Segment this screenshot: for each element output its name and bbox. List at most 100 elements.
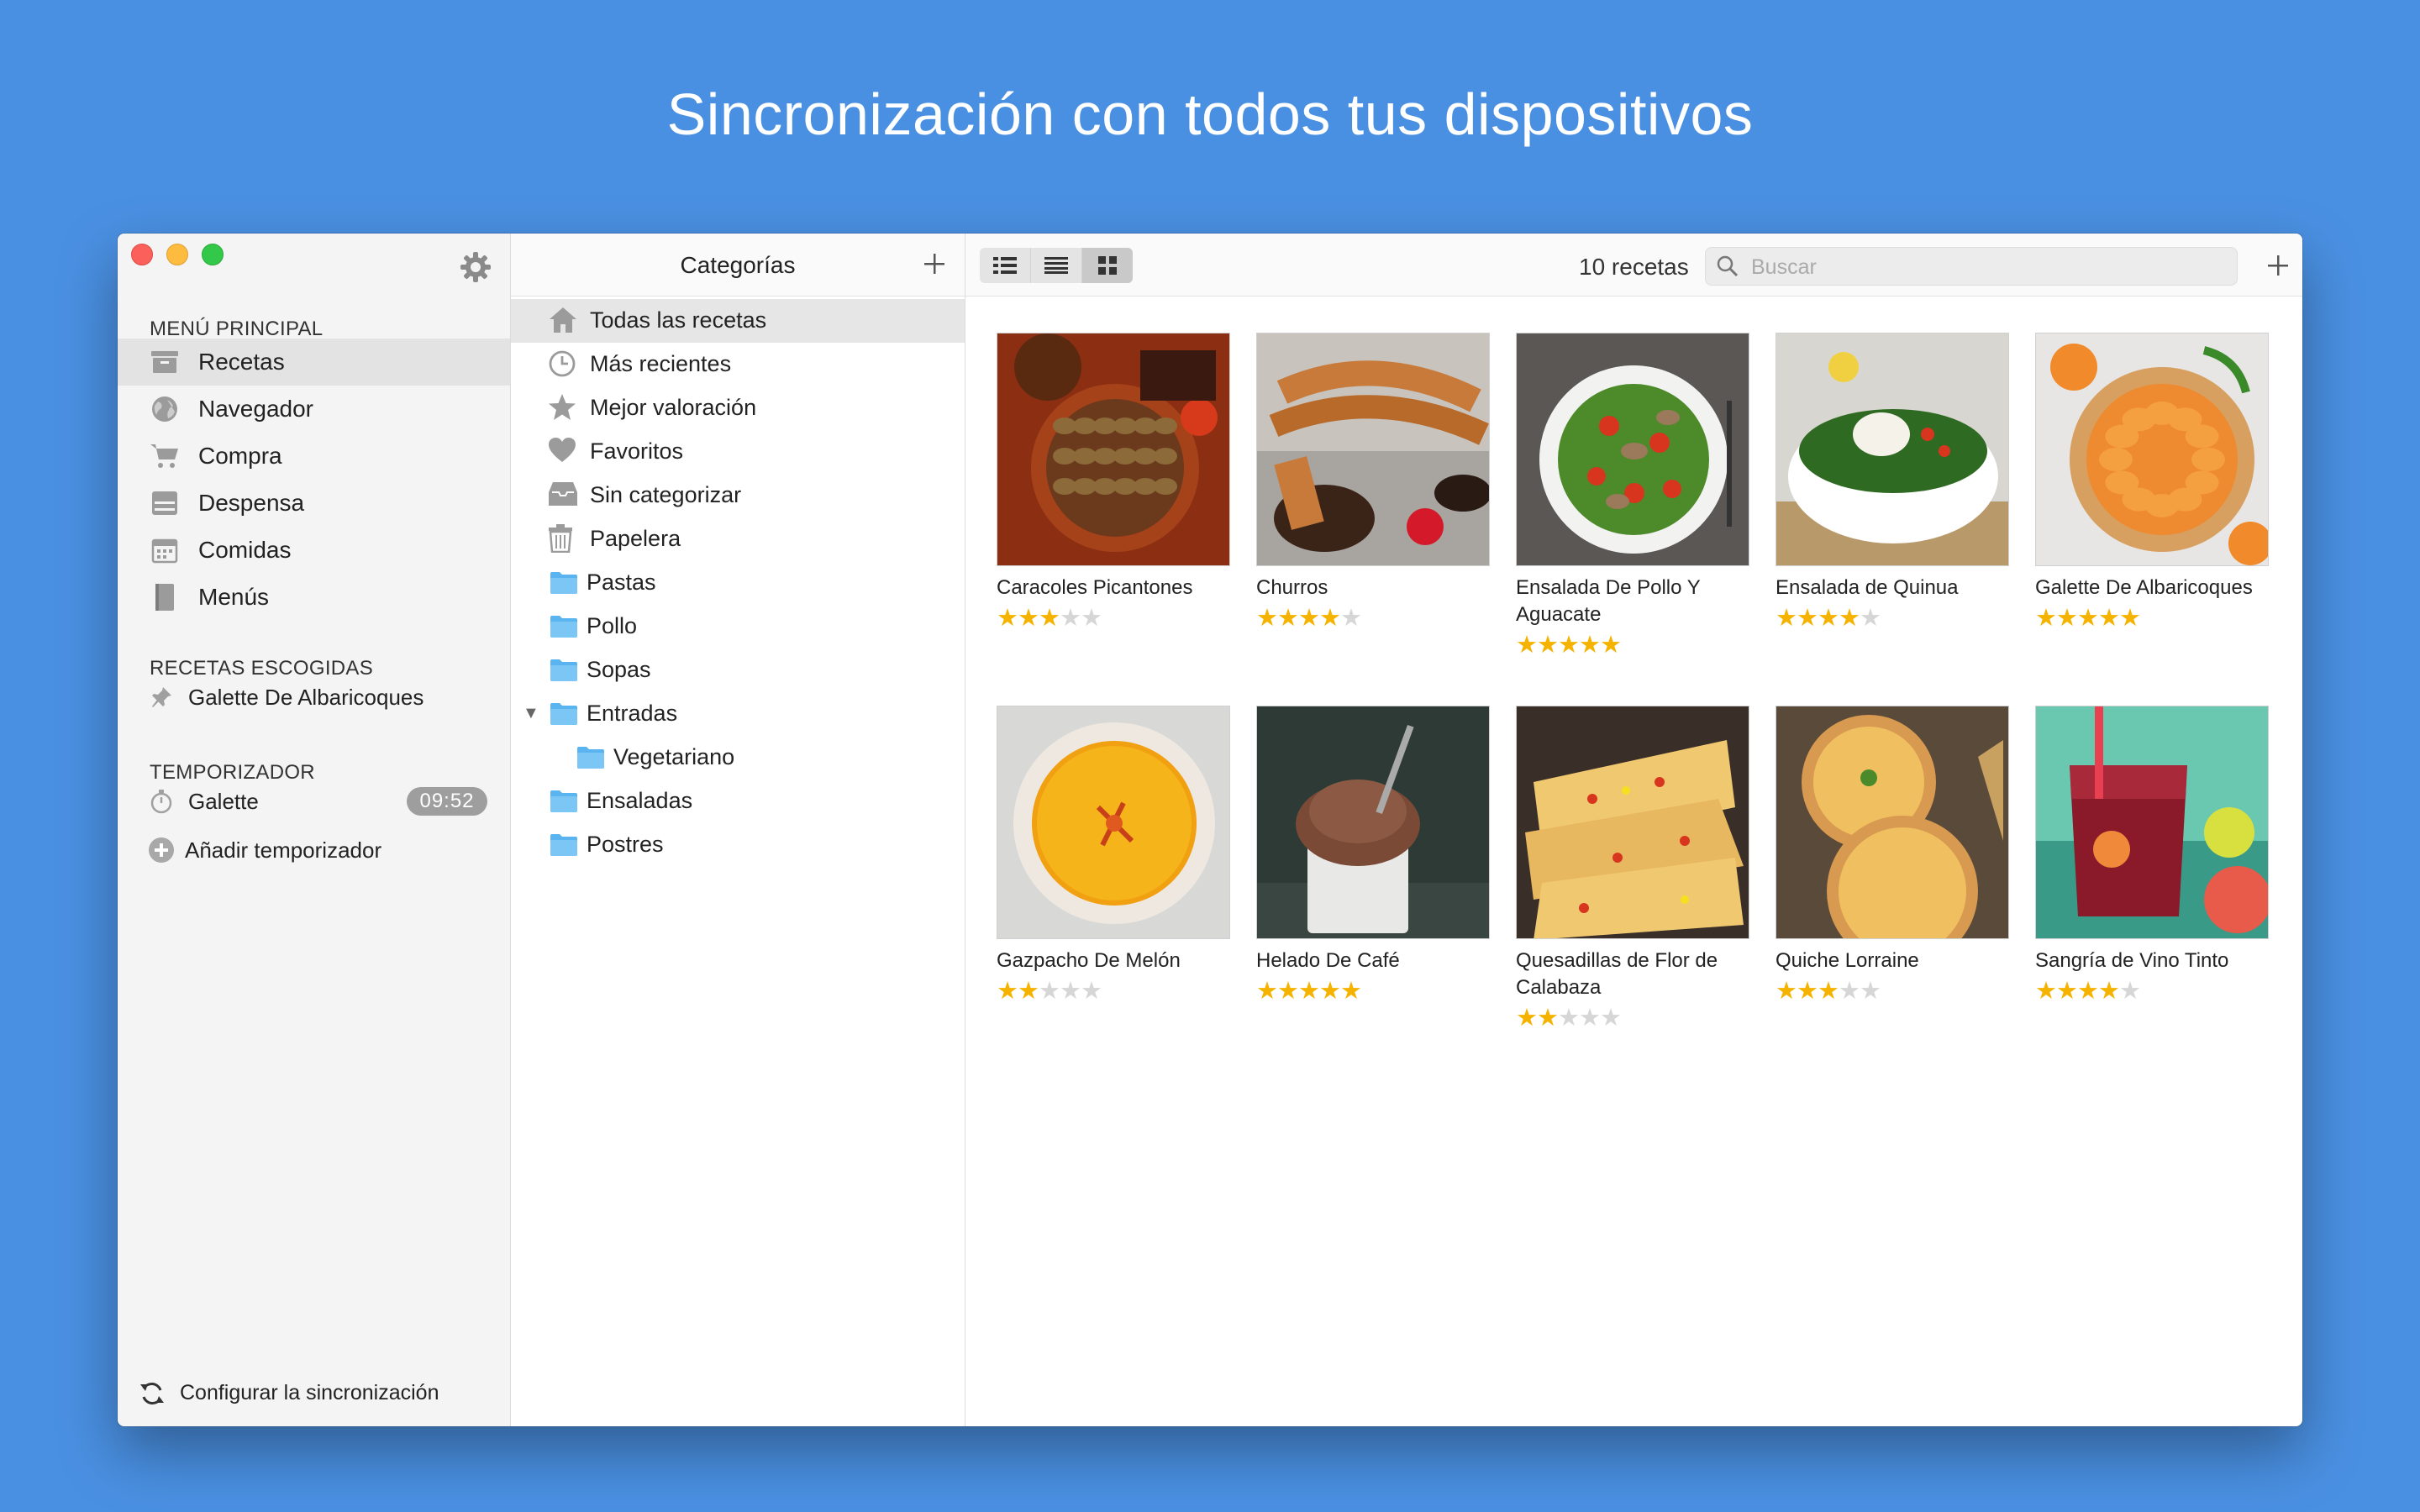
star-filled-icon[interactable]: ★ [2098,978,2120,1005]
star-empty-icon[interactable]: ★ [1558,1005,1580,1032]
star-empty-icon[interactable]: ★ [1081,605,1102,632]
category-sopas[interactable]: Sopas [511,648,965,692]
star-filled-icon[interactable]: ★ [1256,605,1278,632]
star-rating[interactable]: ★★★★★ [997,978,1230,1005]
recipe-card[interactable]: Gazpacho De Melón ★★★★★ [997,706,1230,1005]
recipe-card[interactable]: Quesadillas de Flor de Calabaza ★★★★★ [1516,706,1749,1032]
detail-list-view-button[interactable] [980,248,1031,283]
star-filled-icon[interactable]: ★ [1776,605,1797,632]
category-postres[interactable]: Postres [511,823,965,867]
recipe-card[interactable]: Quiche Lorraine ★★★★★ [1776,706,2009,1005]
star-filled-icon[interactable]: ★ [2077,605,2099,632]
sidebar-item-compra[interactable]: Compra [118,433,510,480]
star-filled-icon[interactable]: ★ [1319,605,1341,632]
star-filled-icon[interactable]: ★ [1340,978,1362,1005]
recipe-thumbnail[interactable] [1776,333,2009,566]
star-filled-icon[interactable]: ★ [1818,978,1839,1005]
category-favoritos[interactable]: Favoritos [511,430,965,474]
star-filled-icon[interactable]: ★ [1600,632,1622,659]
star-filled-icon[interactable]: ★ [1256,978,1278,1005]
star-empty-icon[interactable]: ★ [1340,605,1362,632]
star-filled-icon[interactable]: ★ [1537,1005,1559,1032]
star-filled-icon[interactable]: ★ [1018,978,1039,1005]
disclosure-triangle-icon[interactable]: ▼ [523,704,539,723]
recipe-thumbnail[interactable] [1516,333,1749,566]
star-filled-icon[interactable]: ★ [1776,978,1797,1005]
star-empty-icon[interactable]: ★ [1600,1005,1622,1032]
star-filled-icon[interactable]: ★ [2035,978,2057,1005]
recipe-thumbnail[interactable] [997,706,1230,939]
star-rating[interactable]: ★★★★★ [1776,978,2009,1005]
recipe-thumbnail[interactable] [1776,706,2009,939]
category-pollo[interactable]: Pollo [511,605,965,648]
star-filled-icon[interactable]: ★ [997,605,1018,632]
star-filled-icon[interactable]: ★ [1797,605,1818,632]
category-más-recientes[interactable]: Más recientes [511,343,965,386]
recipe-card[interactable]: Ensalada de Quinua ★★★★★ [1776,333,2009,632]
category-mejor-valoración[interactable]: Mejor valoración [511,386,965,430]
add-recipe-button[interactable] [2266,254,2290,281]
recipe-card[interactable]: Helado De Café ★★★★★ [1256,706,1490,1005]
recipe-thumbnail[interactable] [1256,706,1490,939]
sidebar-item-recetas[interactable]: Recetas [118,339,510,386]
sidebar-item-menús[interactable]: Menús [118,574,510,621]
star-filled-icon[interactable]: ★ [2098,605,2120,632]
star-filled-icon[interactable]: ★ [1839,605,1860,632]
star-filled-icon[interactable]: ★ [2119,605,2141,632]
star-empty-icon[interactable]: ★ [1579,1005,1601,1032]
star-rating[interactable]: ★★★★★ [997,605,1230,632]
recipe-card[interactable]: Sangría de Vino Tinto ★★★★★ [2035,706,2269,1005]
recipe-card[interactable]: Ensalada De Pollo Y Aguacate ★★★★★ [1516,333,1749,659]
star-filled-icon[interactable]: ★ [1579,632,1601,659]
star-filled-icon[interactable]: ★ [1298,978,1320,1005]
star-empty-icon[interactable]: ★ [1039,978,1060,1005]
star-filled-icon[interactable]: ★ [1516,1005,1538,1032]
star-filled-icon[interactable]: ★ [1797,978,1818,1005]
add-category-button[interactable] [923,247,946,281]
chosen-recipe-item[interactable]: Galette De Albaricoques [118,674,510,721]
star-filled-icon[interactable]: ★ [2035,605,2057,632]
minimize-window-button[interactable] [166,244,188,265]
star-rating[interactable]: ★★★★★ [2035,978,2269,1005]
recipe-card[interactable]: Galette De Albaricoques ★★★★★ [2035,333,2269,632]
star-filled-icon[interactable]: ★ [1277,978,1299,1005]
recipe-card[interactable]: Churros ★★★★★ [1256,333,1490,632]
star-filled-icon[interactable]: ★ [1558,632,1580,659]
recipe-thumbnail[interactable] [1256,333,1490,566]
search-input[interactable]: Buscar [1705,247,2238,286]
star-rating[interactable]: ★★★★★ [1256,978,1490,1005]
category-entradas[interactable]: ▼ Entradas [511,692,965,736]
star-filled-icon[interactable]: ★ [2077,978,2099,1005]
star-filled-icon[interactable]: ★ [2056,605,2078,632]
sidebar-item-comidas[interactable]: Comidas [118,527,510,574]
star-filled-icon[interactable]: ★ [1516,632,1538,659]
category-ensaladas[interactable]: Ensaladas [511,780,965,823]
category-todas-las-recetas[interactable]: Todas las recetas [511,299,965,343]
recipe-thumbnail[interactable] [2035,333,2269,566]
recipe-thumbnail[interactable] [1516,706,1749,939]
star-filled-icon[interactable]: ★ [997,978,1018,1005]
category-vegetariano[interactable]: Vegetariano [511,736,965,780]
star-rating[interactable]: ★★★★★ [1516,632,1749,659]
star-filled-icon[interactable]: ★ [1319,978,1341,1005]
star-rating[interactable]: ★★★★★ [1256,605,1490,632]
recipe-thumbnail[interactable] [2035,706,2269,939]
star-empty-icon[interactable]: ★ [2119,978,2141,1005]
star-filled-icon[interactable]: ★ [1018,605,1039,632]
sidebar-item-despensa[interactable]: Despensa [118,480,510,527]
add-timer-button[interactable]: Añadir temporizador [118,827,510,874]
star-filled-icon[interactable]: ★ [2056,978,2078,1005]
star-empty-icon[interactable]: ★ [1860,978,1881,1005]
recipe-thumbnail[interactable] [997,333,1230,566]
star-filled-icon[interactable]: ★ [1298,605,1320,632]
star-empty-icon[interactable]: ★ [1060,978,1081,1005]
star-rating[interactable]: ★★★★★ [1516,1005,1749,1032]
close-window-button[interactable] [131,244,153,265]
category-pastas[interactable]: Pastas [511,561,965,605]
star-empty-icon[interactable]: ★ [1839,978,1860,1005]
gear-icon[interactable] [457,249,494,286]
star-empty-icon[interactable]: ★ [1060,605,1081,632]
zoom-window-button[interactable] [202,244,224,265]
list-view-button[interactable] [1031,248,1082,283]
star-filled-icon[interactable]: ★ [1537,632,1559,659]
